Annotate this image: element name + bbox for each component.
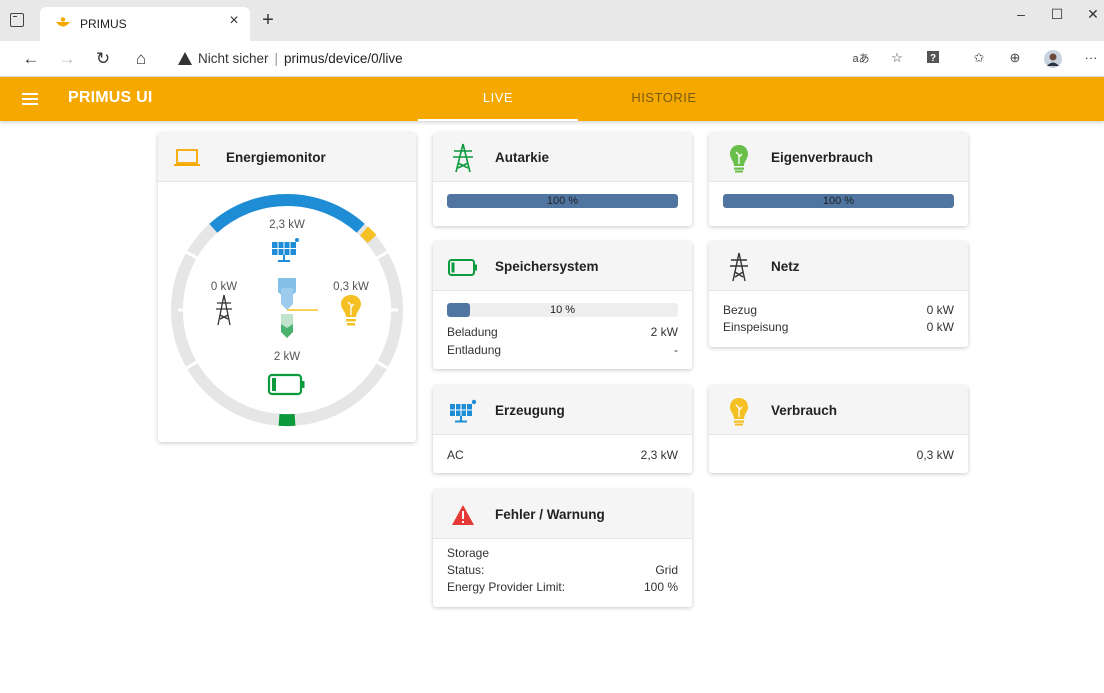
tab-live[interactable]: LIVE xyxy=(418,77,578,121)
close-window-icon[interactable]: ✕ xyxy=(1078,6,1104,23)
energiemonitor-card: Energiemonitor 2,3 kW 0 kW 0,3 kW 2 kW xyxy=(158,133,416,442)
new-tab-icon[interactable]: + xyxy=(257,9,279,32)
autarkie-title: Autarkie xyxy=(495,150,550,165)
lightbulb-icon xyxy=(730,145,748,173)
back-icon[interactable]: ← xyxy=(20,48,42,70)
grid-value: 0 kW xyxy=(211,281,237,293)
home-icon[interactable]: ⌂ xyxy=(130,48,152,70)
profile-avatar[interactable] xyxy=(1042,50,1064,71)
app-header: PRIMUS UI LIVE HISTORIE xyxy=(0,77,1104,121)
power-tower-icon xyxy=(453,143,473,173)
eigenverbrauch-card: Eigenverbrauch 100 % xyxy=(709,133,968,226)
url-field[interactable]: Nicht sicher | primus/device/0/live xyxy=(170,46,910,72)
consumption-arc xyxy=(359,226,377,244)
security-status: Nicht sicher xyxy=(198,51,269,66)
verbrauch-value: 0,3 kW xyxy=(916,448,954,462)
speichersystem-title: Speichersystem xyxy=(495,259,599,274)
read-aloud-icon[interactable]: aあ xyxy=(850,50,872,66)
speicher-progress: 10 % xyxy=(447,303,678,317)
tab-historie[interactable]: HISTORIE xyxy=(584,77,744,121)
speichersystem-card: Speichersystem 10 % Beladung 2 kW Entladu… xyxy=(433,242,692,369)
browser-tab-bar: PRIMUS × + – ☐ ✕ xyxy=(0,0,1104,41)
erzeugung-card: Erzeugung AC 2,3 kW xyxy=(433,386,692,473)
netz-title: Netz xyxy=(771,259,800,274)
consumption-value: 0,3 kW xyxy=(333,281,369,293)
energy-flow-diagram: 2,3 kW 0 kW 0,3 kW 2 kW xyxy=(171,194,403,427)
favorite-star-icon[interactable]: ☆ xyxy=(886,50,908,66)
eigenverbrauch-title: Eigenverbrauch xyxy=(771,150,874,165)
fehler-title: Fehler / Warnung xyxy=(495,507,605,522)
laptop-icon xyxy=(174,149,200,166)
pv-value: 2,3 kW xyxy=(269,219,305,231)
verbrauch-title: Verbrauch xyxy=(771,403,838,418)
verbrauch-card: Verbrauch 0,3 kW xyxy=(709,386,968,473)
warning-triangle-icon xyxy=(452,505,474,525)
fehler-card: Fehler / Warnung Storage Status: Grid Ene… xyxy=(433,490,692,607)
refresh-icon[interactable]: ↻ xyxy=(92,48,114,70)
extension-icon[interactable]: ? xyxy=(922,50,944,67)
power-tower-icon xyxy=(730,252,748,282)
eigenverbrauch-percent: 100 % xyxy=(822,195,855,207)
speicher-percent: 10 % xyxy=(549,304,576,316)
minimize-icon[interactable]: – xyxy=(1006,6,1036,22)
app-title: PRIMUS UI xyxy=(68,89,153,106)
close-tab-icon[interactable]: × xyxy=(224,12,244,30)
energiemonitor-title: Energiemonitor xyxy=(226,150,326,165)
favorites-list-icon[interactable]: ✩ xyxy=(968,50,990,66)
not-secure-warning-icon xyxy=(178,52,192,65)
collections-icon[interactable]: ⊕ xyxy=(1004,50,1026,66)
solar-panel-icon xyxy=(450,399,477,423)
url-path: primus/device/0/live xyxy=(284,51,403,66)
battery-value: 2 kW xyxy=(274,351,300,363)
tab-actions-icon[interactable] xyxy=(10,13,24,27)
tab-title: PRIMUS xyxy=(80,17,127,31)
lightbulb-icon xyxy=(730,398,748,426)
svg-text:?: ? xyxy=(930,53,936,64)
browser-tab[interactable]: PRIMUS × xyxy=(40,7,250,41)
erzeugung-title: Erzeugung xyxy=(495,403,565,418)
primus-favicon-icon xyxy=(56,17,70,27)
more-menu-icon[interactable]: ··· xyxy=(1080,50,1102,65)
autarkie-percent: 100 % xyxy=(546,195,579,207)
address-bar: ← → ↻ ⌂ Nicht sicher | primus/device/0/liv… xyxy=(0,41,1104,77)
battery-icon xyxy=(448,259,477,276)
autarkie-card: Autarkie 100 % xyxy=(433,133,692,226)
hamburger-menu-icon[interactable] xyxy=(22,93,38,105)
eigenverbrauch-progress: 100 % xyxy=(723,194,954,208)
forward-icon[interactable]: → xyxy=(56,48,78,70)
maximize-icon[interactable]: ☐ xyxy=(1042,6,1072,23)
netz-card: Netz Bezug 0 kW Einspeisung 0 kW xyxy=(709,242,968,347)
autarkie-progress: 100 % xyxy=(447,194,678,208)
